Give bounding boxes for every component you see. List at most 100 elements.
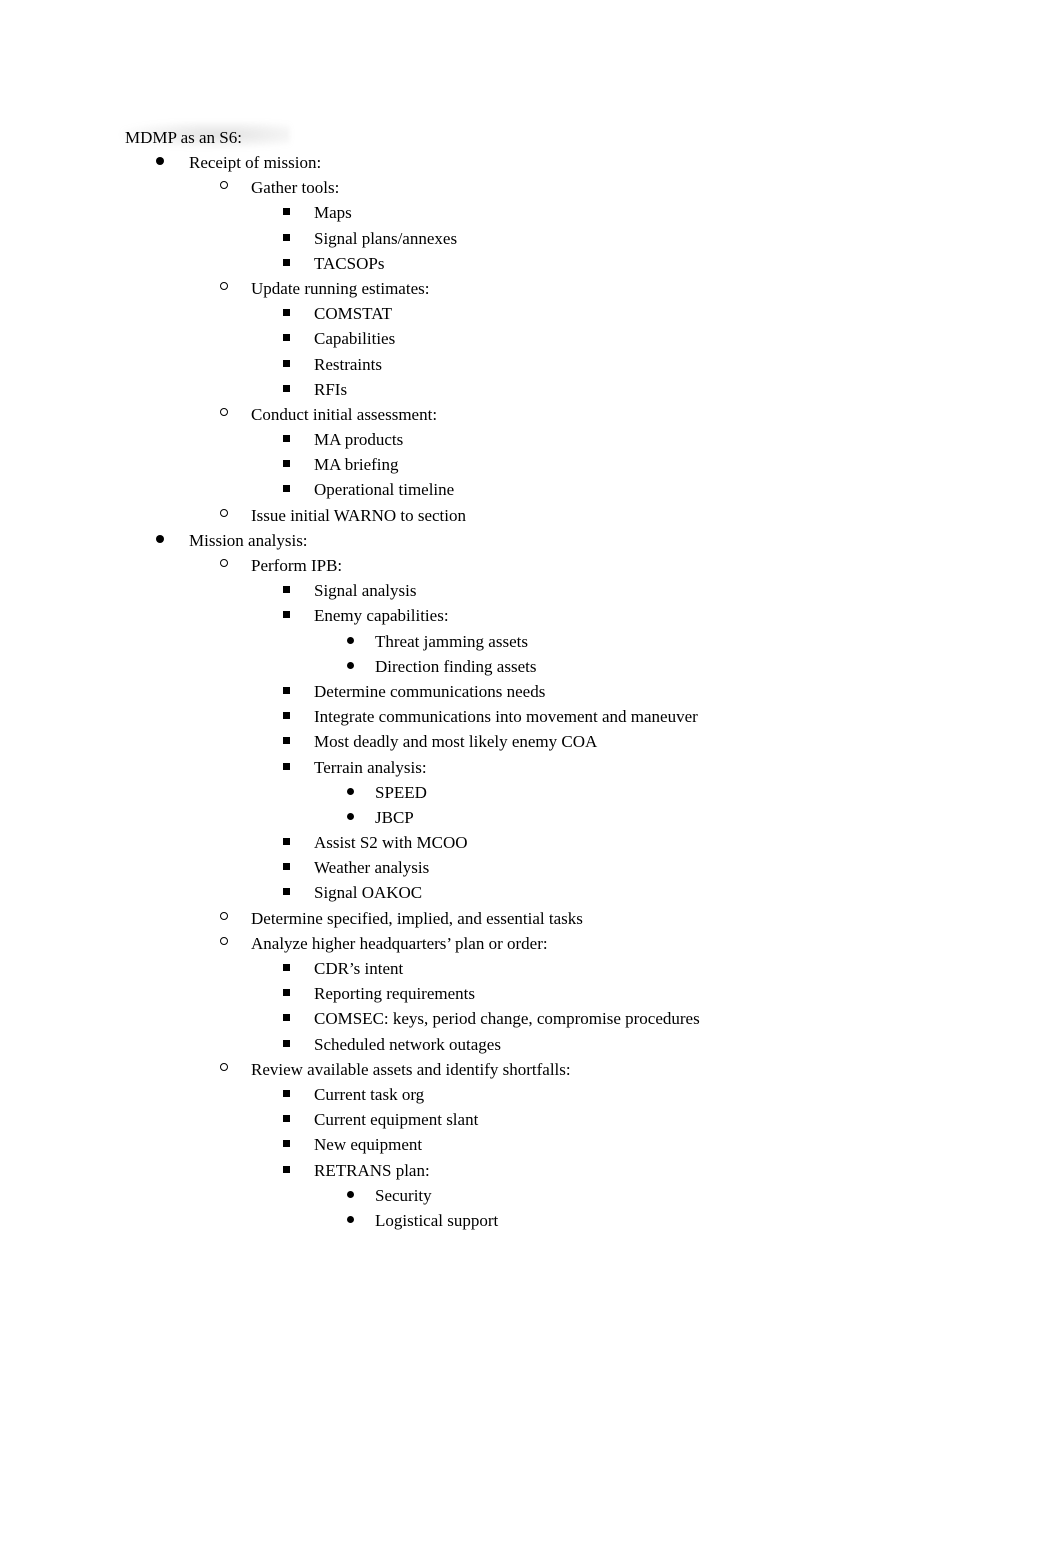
outline-item-level-4: Direction finding assets — [0, 654, 1062, 679]
outline-item-label: COMSEC: keys, period change, compromise … — [314, 1009, 700, 1029]
square-bullet-icon — [283, 679, 290, 704]
outline-item-level-3: CDR’s intent — [0, 956, 1062, 981]
outline-item-label: JBCP — [375, 807, 414, 827]
outline-item-level-3: Integrate communications into movement a… — [0, 704, 1062, 729]
disc-sm-bullet-icon — [347, 780, 354, 805]
square-bullet-icon — [283, 200, 290, 225]
square-bullet-icon — [283, 855, 290, 880]
outline-item-label: MA briefing — [314, 455, 399, 475]
outline-item-level-4: Threat jamming assets — [0, 629, 1062, 654]
disc-sm-bullet-icon — [347, 629, 354, 654]
outline-item-level-3: Restraints — [0, 352, 1062, 377]
outline-item-label: Signal analysis — [314, 581, 417, 601]
disc-sm-bullet-icon — [347, 654, 354, 679]
outline-item-level-3: MA briefing — [0, 452, 1062, 477]
square-bullet-icon — [283, 981, 290, 1006]
square-bullet-icon — [283, 704, 290, 729]
disc-sm-bullet-icon — [347, 1183, 354, 1208]
outline-item-level-3: RFIs — [0, 377, 1062, 402]
outline-item-label: Security — [375, 1185, 432, 1205]
square-bullet-icon — [283, 301, 290, 326]
circle-bullet-icon — [220, 276, 228, 301]
square-bullet-icon — [283, 830, 290, 855]
outline-item-label: Review available assets and identify sho… — [251, 1059, 571, 1079]
document-page: MDMP as an S6: Receipt of mission: Gather… — [0, 0, 1062, 1561]
outline-item-level-3: Maps — [0, 200, 1062, 225]
outline-item-level-4: JBCP — [0, 805, 1062, 830]
outline-item-label: Direction finding assets — [375, 656, 537, 676]
square-bullet-icon — [283, 956, 290, 981]
outline-item-label: RFIs — [314, 379, 348, 399]
outline-item-label: Capabilities — [314, 329, 396, 349]
outline-item-level-4: SPEED — [0, 780, 1062, 805]
outline-item-label: Scheduled network outages — [314, 1034, 501, 1054]
square-bullet-icon — [283, 326, 290, 351]
outline-item-label: Signal OAKOC — [314, 883, 423, 903]
outline-item-level-3: Most deadly and most likely enemy COA — [0, 729, 1062, 754]
outline-item-label: Assist S2 with MCOO — [314, 833, 468, 853]
square-bullet-icon — [283, 603, 290, 628]
outline-item-label: COMSTAT — [314, 304, 392, 324]
outline-item-label: Reporting requirements — [314, 984, 475, 1004]
outline-item-label: Signal plans/annexes — [314, 228, 458, 248]
circle-bullet-icon — [220, 402, 228, 427]
outline-item-label: Most deadly and most likely enemy COA — [314, 732, 598, 752]
outline-item-label: CDR’s intent — [314, 959, 404, 978]
disc-bullet-icon — [156, 528, 164, 553]
outline-item-level-3: MA products — [0, 427, 1062, 452]
square-bullet-icon — [283, 1158, 290, 1183]
outline-item-level-3: Enemy capabilities: — [0, 603, 1062, 628]
square-bullet-icon — [283, 1082, 290, 1107]
outline-item-level-2: Analyze higher headquarters’ plan or ord… — [0, 931, 1062, 956]
outline-item-level-2: Determine specified, implied, and essent… — [0, 906, 1062, 931]
outline-item-level-3: New equipment — [0, 1132, 1062, 1157]
square-bullet-icon — [283, 251, 290, 276]
outline-item-level-3: Assist S2 with MCOO — [0, 830, 1062, 855]
outline-item-label: Issue initial WARNO to section — [251, 505, 466, 525]
outline-item-label: Perform IPB: — [251, 556, 343, 575]
outline-list: Receipt of mission: Gather tools: Maps Sign… — [0, 150, 1062, 1233]
outline-item-label: Enemy capabilities: — [314, 606, 449, 626]
outline-item-label: Current equipment slant — [314, 1110, 479, 1130]
outline-item-level-2: Review available assets and identify sho… — [0, 1057, 1062, 1082]
outline-item-level-3: Terrain analysis: — [0, 755, 1062, 780]
outline-item-level-3: Signal plans/annexes — [0, 226, 1062, 251]
circle-bullet-icon — [220, 503, 228, 528]
outline-item-label: Weather analysis — [314, 858, 430, 878]
circle-bullet-icon — [220, 553, 228, 578]
square-bullet-icon — [283, 578, 290, 603]
outline-item-label: RETRANS plan: — [314, 1160, 430, 1180]
outline-item-level-3: TACSOPs — [0, 251, 1062, 276]
outline-item-level-1: Mission analysis: — [0, 528, 1062, 553]
outline-item-level-2: Conduct initial assessment: — [0, 402, 1062, 427]
circle-bullet-icon — [220, 931, 228, 956]
outline-item-label: Restraints — [314, 354, 382, 374]
page-title: MDMP as an S6: — [125, 128, 242, 147]
outline-item-level-3: Capabilities — [0, 326, 1062, 351]
outline-item-label: Threat jamming assets — [375, 631, 528, 651]
outline-item-label: Integrate communications into movement a… — [314, 707, 698, 727]
outline-item-label: MA products — [314, 430, 404, 450]
outline-item-level-3: Signal analysis — [0, 578, 1062, 603]
outline-item-level-3: Weather analysis — [0, 855, 1062, 880]
disc-sm-bullet-icon — [347, 805, 354, 830]
outline-item-label: Analyze higher headquarters’ plan or ord… — [251, 933, 548, 953]
square-bullet-icon — [283, 352, 290, 377]
outline-item-label: Logistical support — [375, 1210, 499, 1230]
outline-item-level-3: Current equipment slant — [0, 1107, 1062, 1132]
disc-sm-bullet-icon — [347, 1208, 354, 1233]
square-bullet-icon — [283, 477, 290, 502]
outline-item-label: Update running estimates: — [251, 278, 430, 298]
circle-bullet-icon — [220, 175, 228, 200]
outline-item-level-3: Determine communications needs — [0, 679, 1062, 704]
circle-bullet-icon — [220, 906, 228, 931]
outline-item-level-3: Current task org — [0, 1082, 1062, 1107]
outline-item-label: SPEED — [375, 782, 427, 802]
square-bullet-icon — [283, 729, 290, 754]
disc-bullet-icon — [156, 150, 164, 175]
square-bullet-icon — [283, 427, 290, 452]
outline-item-label: New equipment — [314, 1135, 423, 1155]
square-bullet-icon — [283, 1132, 290, 1157]
outline-item-label: Determine specified, implied, and essent… — [251, 908, 583, 928]
outline-item-level-3: Signal OAKOC — [0, 880, 1062, 905]
